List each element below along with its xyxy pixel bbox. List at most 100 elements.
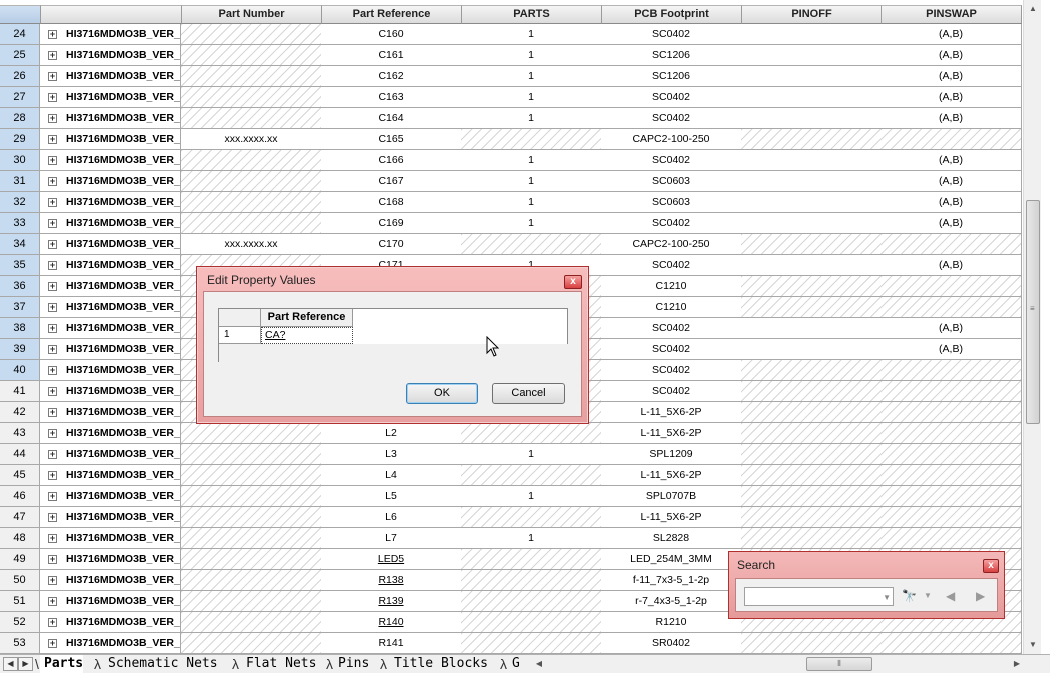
row-header[interactable]: 35 bbox=[0, 255, 40, 276]
pinswap-cell[interactable]: (A,B) bbox=[881, 171, 1022, 192]
header-pinoff[interactable]: PINOFF bbox=[742, 5, 882, 24]
expand-plus-icon[interactable]: + bbox=[48, 429, 57, 438]
part-name-cell[interactable]: + HI3716MDMO3B_VER_ bbox=[40, 192, 181, 213]
part-number-cell[interactable] bbox=[181, 570, 322, 591]
row-header[interactable]: 36 bbox=[0, 276, 40, 297]
footprint-cell[interactable]: R1210 bbox=[601, 612, 742, 633]
ref-cell[interactable]: L6 bbox=[321, 507, 462, 528]
table-row[interactable]: 33 + HI3716MDMO3B_VER_ C169 1 SC0402 (A,B) bbox=[0, 213, 1022, 234]
ref-cell[interactable]: LED5 bbox=[321, 549, 462, 570]
ref-cell[interactable]: L4 bbox=[321, 465, 462, 486]
footprint-cell[interactable]: SPL0707B bbox=[601, 486, 742, 507]
part-name-cell[interactable]: + HI3716MDMO3B_VER_ bbox=[40, 444, 181, 465]
footprint-cell[interactable]: L-11_5X6-2P bbox=[601, 465, 742, 486]
row-header[interactable]: 41 bbox=[0, 381, 40, 402]
expand-plus-icon[interactable]: + bbox=[48, 534, 57, 543]
row-header[interactable]: 49 bbox=[0, 549, 40, 570]
table-row[interactable]: 26 + HI3716MDMO3B_VER_ C162 1 SC1206 (A,B) bbox=[0, 66, 1022, 87]
ref-cell[interactable]: C165 bbox=[321, 129, 462, 150]
footprint-cell[interactable]: SC0402 bbox=[601, 255, 742, 276]
pinoff-cell[interactable] bbox=[741, 66, 882, 87]
pinswap-cell[interactable] bbox=[881, 297, 1022, 318]
expand-plus-icon[interactable]: + bbox=[48, 282, 57, 291]
pinswap-cell[interactable]: (A,B) bbox=[881, 339, 1022, 360]
part-name-cell[interactable]: + HI3716MDMO3B_VER_ bbox=[40, 297, 181, 318]
parts-cell[interactable] bbox=[461, 465, 602, 486]
pinswap-cell[interactable]: (A,B) bbox=[881, 24, 1022, 45]
pinoff-cell[interactable] bbox=[741, 444, 882, 465]
part-number-cell[interactable] bbox=[181, 192, 322, 213]
expand-plus-icon[interactable]: + bbox=[48, 618, 57, 627]
part-number-cell[interactable]: xxx.xxxx.xx bbox=[181, 234, 322, 255]
expand-plus-icon[interactable]: + bbox=[48, 51, 57, 60]
footprint-cell[interactable]: LED_254M_3MM bbox=[601, 549, 742, 570]
part-number-cell[interactable] bbox=[181, 66, 322, 87]
tab-parts[interactable]: Parts bbox=[40, 655, 84, 673]
cancel-button[interactable]: Cancel bbox=[492, 383, 565, 404]
parts-cell[interactable]: 1 bbox=[461, 24, 602, 45]
row-header[interactable]: 47 bbox=[0, 507, 40, 528]
part-name-cell[interactable]: + HI3716MDMO3B_VER_ bbox=[40, 612, 181, 633]
part-name-cell[interactable]: + HI3716MDMO3B_VER_ bbox=[40, 45, 181, 66]
table-row[interactable]: 32 + HI3716MDMO3B_VER_ C168 1 SC0603 (A,B) bbox=[0, 192, 1022, 213]
row-header[interactable]: 45 bbox=[0, 465, 40, 486]
part-number-cell[interactable] bbox=[181, 45, 322, 66]
expand-plus-icon[interactable]: + bbox=[48, 471, 57, 480]
row-header[interactable]: 46 bbox=[0, 486, 40, 507]
part-name-cell[interactable]: + HI3716MDMO3B_VER_ bbox=[40, 486, 181, 507]
table-row[interactable]: 48 + HI3716MDMO3B_VER_ L7 1 SL2828 bbox=[0, 528, 1022, 549]
find-previous-icon[interactable]: ◀ bbox=[946, 587, 955, 605]
pinswap-cell[interactable]: (A,B) bbox=[881, 87, 1022, 108]
row-header[interactable]: 33 bbox=[0, 213, 40, 234]
pinoff-cell[interactable] bbox=[741, 402, 882, 423]
expand-plus-icon[interactable]: + bbox=[48, 345, 57, 354]
part-name-cell[interactable]: + HI3716MDMO3B_VER_ bbox=[40, 360, 181, 381]
expand-plus-icon[interactable]: + bbox=[48, 597, 57, 606]
parts-cell[interactable]: 1 bbox=[461, 171, 602, 192]
table-row[interactable]: 29 + HI3716MDMO3B_VER_ xxx.xxxx.xx C165 CAPC2… bbox=[0, 129, 1022, 150]
ref-cell[interactable]: C160 bbox=[321, 24, 462, 45]
scroll-right-icon[interactable]: ▶ bbox=[1008, 655, 1026, 672]
part-name-cell[interactable]: + HI3716MDMO3B_VER_ bbox=[40, 318, 181, 339]
pinoff-cell[interactable] bbox=[741, 171, 882, 192]
parts-cell[interactable]: 1 bbox=[461, 108, 602, 129]
row-header[interactable]: 37 bbox=[0, 297, 40, 318]
search-input[interactable]: ▼ bbox=[744, 587, 894, 606]
part-name-cell[interactable]: + HI3716MDMO3B_VER_ bbox=[40, 234, 181, 255]
part-number-cell[interactable] bbox=[181, 444, 322, 465]
table-row[interactable]: 30 + HI3716MDMO3B_VER_ C166 1 SC0402 (A,B) bbox=[0, 150, 1022, 171]
parts-cell[interactable]: 1 bbox=[461, 486, 602, 507]
ref-cell[interactable]: R140 bbox=[321, 612, 462, 633]
tab-schematic-nets[interactable]: Schematic Nets bbox=[104, 655, 218, 673]
table-row[interactable]: 25 + HI3716MDMO3B_VER_ C161 1 SC1206 (A,B) bbox=[0, 45, 1022, 66]
header-part-number[interactable]: Part Number bbox=[182, 5, 322, 24]
part-name-cell[interactable]: + HI3716MDMO3B_VER_ bbox=[40, 129, 181, 150]
row-header[interactable]: 53 bbox=[0, 633, 40, 654]
pinswap-cell[interactable] bbox=[881, 129, 1022, 150]
table-row[interactable]: 47 + HI3716MDMO3B_VER_ L6 L-11_5X6-2P bbox=[0, 507, 1022, 528]
part-name-cell[interactable]: + HI3716MDMO3B_VER_ bbox=[40, 171, 181, 192]
parts-cell[interactable] bbox=[461, 423, 602, 444]
binoculars-icon[interactable]: 🔭 bbox=[902, 587, 917, 605]
pinswap-cell[interactable] bbox=[881, 423, 1022, 444]
pinoff-cell[interactable] bbox=[741, 276, 882, 297]
footprint-cell[interactable]: CAPC2-100-250 bbox=[601, 129, 742, 150]
ref-cell[interactable]: C167 bbox=[321, 171, 462, 192]
find-next-icon[interactable]: ▶ bbox=[976, 587, 985, 605]
row-header[interactable]: 48 bbox=[0, 528, 40, 549]
row-header[interactable]: 26 bbox=[0, 66, 40, 87]
footprint-cell[interactable]: SC0402 bbox=[601, 108, 742, 129]
expand-plus-icon[interactable]: + bbox=[48, 387, 57, 396]
expand-plus-icon[interactable]: + bbox=[48, 177, 57, 186]
pinoff-cell[interactable] bbox=[741, 150, 882, 171]
ok-button[interactable]: OK bbox=[406, 383, 478, 404]
row-header[interactable]: 51 bbox=[0, 591, 40, 612]
part-number-cell[interactable] bbox=[181, 528, 322, 549]
footprint-cell[interactable]: SC0402 bbox=[601, 150, 742, 171]
parts-cell[interactable] bbox=[461, 549, 602, 570]
part-name-cell[interactable]: + HI3716MDMO3B_VER_ bbox=[40, 276, 181, 297]
part-number-cell[interactable] bbox=[181, 213, 322, 234]
part-number-cell[interactable] bbox=[181, 633, 322, 654]
part-name-cell[interactable]: + HI3716MDMO3B_VER_ bbox=[40, 402, 181, 423]
part-number-cell[interactable] bbox=[181, 24, 322, 45]
